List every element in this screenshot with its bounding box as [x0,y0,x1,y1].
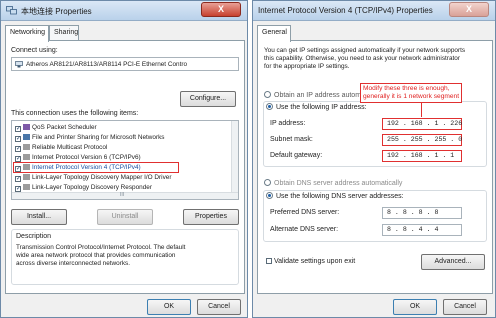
protocol-icon [23,154,30,160]
list-item[interactable]: ✓ QoS Packet Scheduler [15,123,97,132]
right-titlebar[interactable]: Internet Protocol Version 4 (TCP/IPv4) P… [253,1,495,21]
list-item[interactable]: ✓ File and Printer Sharing for Microsoft … [15,133,164,142]
intro-line: this capability. Otherwise, you need to … [264,55,460,62]
preferred-dns-label: Preferred DNS server: [270,209,340,216]
scheduler-icon [23,124,30,130]
tab-general[interactable]: General [257,25,291,42]
list-item[interactable]: ✓ Reliable Multicast Protocol [15,143,107,152]
left-window-title: 本地连接 Properties [21,7,92,16]
ipv4-properties-window: Internet Protocol Version 4 (TCP/IPv4) P… [252,0,496,318]
checkbox[interactable] [266,258,272,264]
use-ip-option[interactable]: Use the following IP address: [266,103,367,111]
tab-sharing[interactable]: Sharing [49,25,79,41]
left-ok-button[interactable]: OK [147,299,191,315]
vertical-scrollbar[interactable] [231,121,238,192]
networking-panel: Connect using: Atheros AR8121/AR8113/AR8… [5,40,245,294]
obtain-dns-auto-option[interactable]: Obtain DNS server address automatically [264,179,402,187]
description-line: across diverse interconnected networks. [16,260,131,267]
network-icon [6,6,17,15]
install-button[interactable]: Install... [11,209,67,225]
protocol-icon [23,144,30,150]
alternate-dns-field[interactable]: 8 . 8 . 4 . 4 [382,224,462,236]
annotation-arrow [421,102,422,117]
protocol-icon [23,174,30,180]
adapter-name: Atheros AR8121/AR8113/AR8114 PCI-E Ether… [26,61,188,68]
description-heading: Description [16,233,52,240]
protocol-icon [23,184,30,190]
ip-address-label: IP address: [270,120,306,127]
adapter-box: Atheros AR8121/AR8113/AR8114 PCI-E Ether… [11,57,239,71]
checkbox[interactable]: ✓ [15,126,21,132]
description-line: wide area network protocol that provides… [16,252,176,259]
description-line: Transmission Control Protocol/Internet P… [16,244,186,251]
radio-button[interactable] [266,103,273,110]
configure-button[interactable]: Configure... [180,91,236,107]
ipv4-highlight [13,162,179,173]
scroll-grip: III [120,192,125,198]
tab-networking[interactable]: Networking [5,25,49,42]
subnet-mask-field[interactable]: 255 . 255 . 255 . 0 [382,134,462,146]
default-gateway-field[interactable]: 192 . 168 . 1 . 1 [382,150,462,162]
list-item[interactable]: ✓ Link-Layer Topology Discovery Mapper I/… [15,173,171,182]
adapter-icon [15,61,23,68]
left-titlebar[interactable]: 本地连接 Properties X [1,1,247,21]
radio-button[interactable] [264,91,271,98]
list-item[interactable]: ✓ Internet Protocol Version 6 (TCP/IPv6) [15,153,141,162]
checkbox[interactable]: ✓ [15,176,21,182]
use-dns-option[interactable]: Use the following DNS server addresses: [266,192,404,200]
right-close-button[interactable]: X [449,2,489,17]
horizontal-scrollbar[interactable]: III [12,192,238,199]
intro-line: You can get IP settings assigned automat… [264,47,466,54]
checkbox[interactable]: ✓ [15,136,21,142]
right-ok-button[interactable]: OK [393,299,437,315]
general-panel: You can get IP settings assigned automat… [257,40,493,294]
items-label: This connection uses the following items… [11,110,139,117]
connection-properties-window: 本地连接 Properties X Networking Sharing Con… [0,0,248,318]
preferred-dns-field[interactable]: 8 . 8 . 8 . 8 [382,207,462,219]
sharing-icon [23,134,30,140]
ip-address-field[interactable]: 192 . 168 . 1 . 226 [382,118,462,130]
radio-button[interactable] [264,179,271,186]
advanced-button[interactable]: Advanced... [421,254,485,270]
properties-button[interactable]: Properties [183,209,239,225]
subnet-mask-label: Subnet mask: [270,136,313,143]
description-group: Description Transmission Control Protoco… [11,229,239,285]
intro-line: for the appropriate IP settings. [264,63,350,70]
left-close-button[interactable]: X [201,2,241,17]
right-window-title: Internet Protocol Version 4 (TCP/IPv4) P… [258,6,433,15]
default-gateway-label: Default gateway: [270,152,323,159]
list-item[interactable]: ✓ Link-Layer Topology Discovery Responder [15,183,152,192]
alternate-dns-label: Alternate DNS server: [270,226,339,233]
connect-using-label: Connect using: [11,47,58,54]
radio-button[interactable] [266,192,273,199]
checkbox[interactable]: ✓ [15,146,21,152]
left-cancel-button[interactable]: Cancel [197,299,241,315]
uninstall-button[interactable]: Uninstall [97,209,153,225]
validate-option[interactable]: Validate settings upon exit [266,258,355,265]
annotation-note: Modify these three is enough, generally … [360,83,463,103]
right-cancel-button[interactable]: Cancel [443,299,487,315]
items-list[interactable]: ✓ QoS Packet Scheduler ✓ File and Printer … [11,120,239,200]
